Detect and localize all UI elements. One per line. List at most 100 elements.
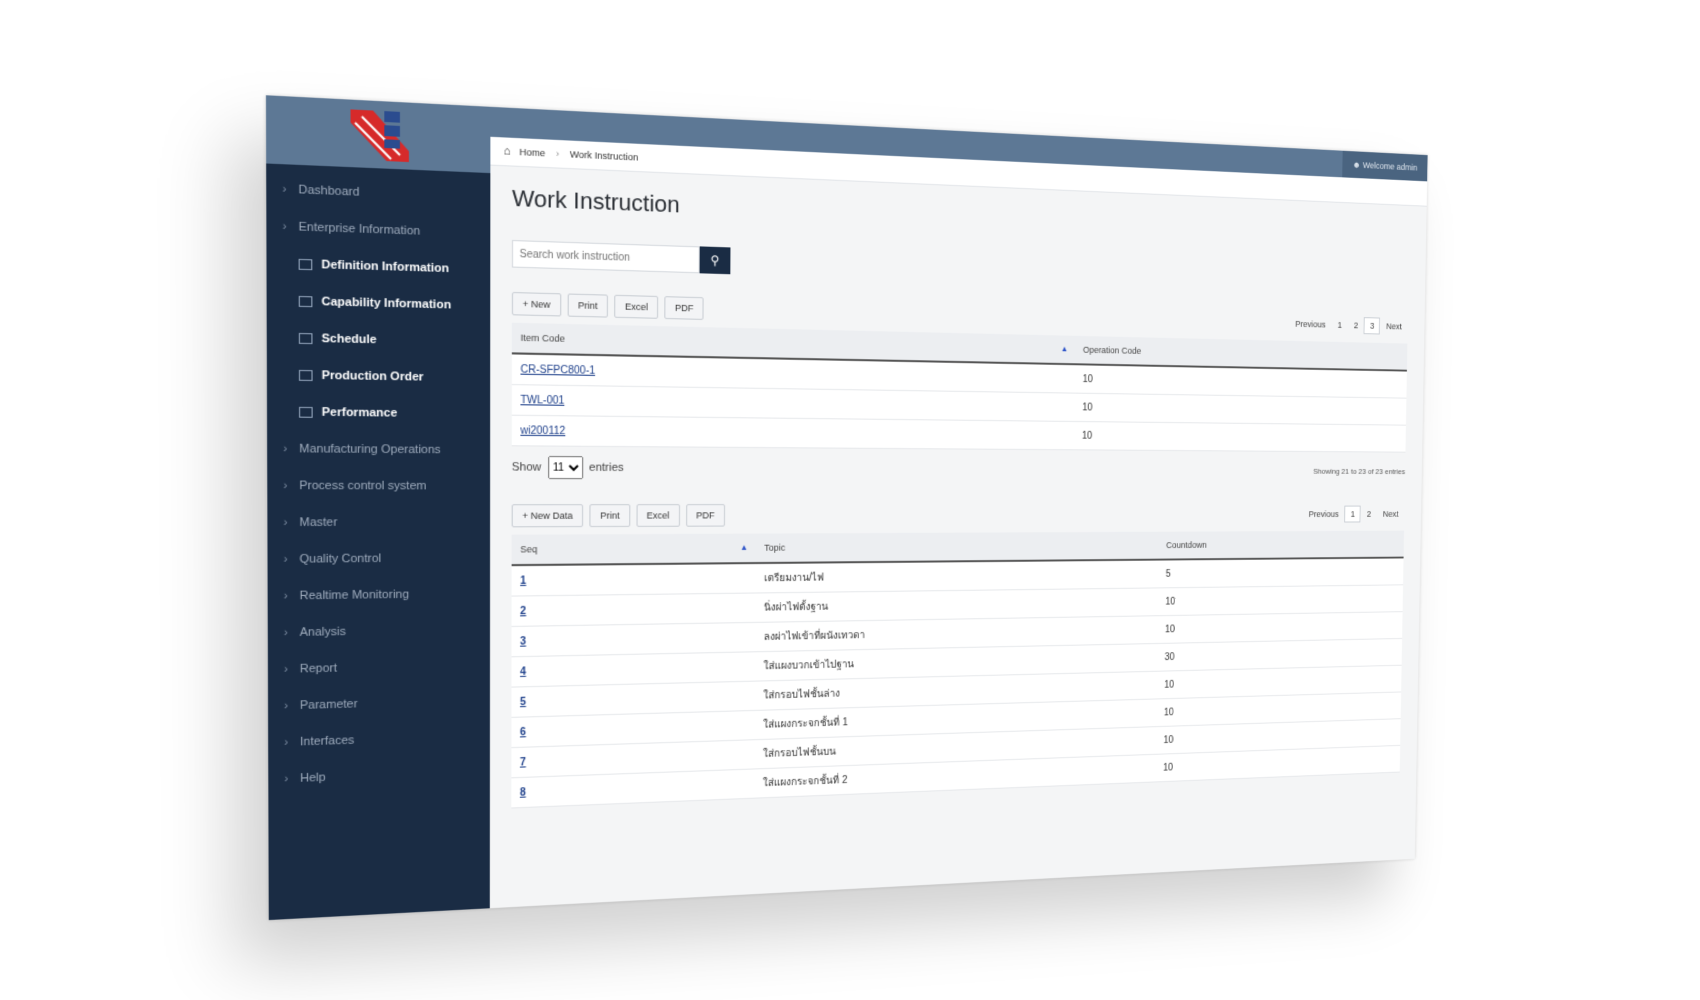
pager-previous[interactable]: Previous	[1289, 319, 1332, 330]
seq-link[interactable]: 6	[520, 726, 526, 738]
sidebar-item-capability-information[interactable]: Capability Information	[267, 282, 491, 324]
user-badge[interactable]: ☻ Welcome admin	[1342, 151, 1428, 182]
chevron-right-icon: ›	[282, 183, 298, 197]
seq-link[interactable]: 1	[520, 575, 526, 587]
sidebar-item-master[interactable]: › Master	[267, 504, 490, 541]
table1-body: CR-SFPC800-1 10 TWL-001 10 wi200112 10	[512, 353, 1407, 452]
chevron-right-icon: ›	[284, 736, 300, 749]
col-operation-code-label: Operation Code	[1083, 345, 1141, 356]
search-button[interactable]: ⚲	[700, 246, 731, 274]
chevron-right-icon: ›	[284, 590, 300, 603]
sidebar-item-manufacturing-operations[interactable]: › Manufacturing Operations	[267, 430, 490, 468]
pager-page[interactable]: 3	[1364, 317, 1380, 334]
seq-link[interactable]: 2	[520, 605, 526, 617]
excel-button[interactable]: Excel	[614, 295, 658, 319]
sidebar-item-label: Interfaces	[300, 734, 354, 748]
sidebar-item-label: Parameter	[300, 698, 358, 712]
col-countdown-label: Countdown	[1166, 540, 1207, 550]
pager-next[interactable]: Next	[1380, 321, 1408, 331]
operation-code-cell: 10	[1075, 393, 1407, 425]
chevron-right-icon: ›	[284, 626, 300, 639]
entries-label: entries	[589, 461, 624, 474]
col-seq[interactable]: Seq ▲	[512, 534, 757, 566]
operation-code-cell: 10	[1074, 421, 1406, 452]
sidebar-item-report[interactable]: › Report	[268, 647, 490, 688]
table2-body: 1 เตรียมงาน/ไฟ 5 2 นิ่งผ่าไฟตั้งฐาน 10 3 ลงผ่าไ…	[511, 558, 1403, 808]
page-size-select[interactable]: 11	[548, 456, 583, 479]
sidebar-item-label: Report	[300, 662, 337, 676]
main-content: Work Instruction ⚲ + New Print Excel PDF…	[490, 165, 1427, 909]
erp-logo[interactable]	[346, 105, 413, 165]
chevron-right-icon: ›	[284, 553, 300, 566]
sidebar-item-label: Master	[299, 516, 337, 529]
seq-link[interactable]: 5	[520, 696, 526, 708]
table2-toolbar: + New Data Print Excel PDF Previous 1 2 Nex…	[512, 503, 1405, 529]
pager-page[interactable]: 2	[1348, 320, 1364, 330]
chevron-right-icon: ›	[556, 148, 559, 159]
sidebar-item-help[interactable]: › Help	[268, 754, 490, 798]
breadcrumb-home[interactable]: Home	[519, 147, 545, 159]
sidebar-item-label: Definition Information	[321, 258, 449, 275]
page-icon	[299, 370, 313, 381]
col-topic[interactable]: Topic	[756, 532, 1159, 563]
sidebar-item-label: Realtime Monitoring	[300, 588, 410, 602]
home-icon[interactable]: ⌂	[503, 145, 510, 158]
col-item-code-label: Item Code	[520, 332, 564, 343]
seq-link[interactable]: 8	[520, 787, 526, 799]
item-code-link[interactable]: TWL-001	[520, 394, 564, 406]
seq-link[interactable]: 3	[520, 636, 526, 648]
sort-asc-icon: ▲	[1061, 344, 1068, 353]
new-button[interactable]: + New	[512, 292, 561, 317]
pager-page[interactable]: 1	[1345, 506, 1361, 523]
pager-next[interactable]: Next	[1377, 509, 1405, 518]
sidebar-item-analysis[interactable]: › Analysis	[268, 612, 490, 652]
table2-pagination: Previous 1 2 Next	[1302, 506, 1404, 523]
sidebar-item-process-control-system[interactable]: › Process control system	[267, 467, 490, 504]
seq-link[interactable]: 7	[520, 757, 526, 769]
page-icon	[299, 296, 313, 307]
search-icon: ⚲	[711, 253, 720, 268]
pager-page[interactable]: 2	[1361, 509, 1377, 518]
print-button[interactable]: Print	[590, 504, 630, 527]
chevron-right-icon: ›	[284, 663, 300, 676]
sidebar-item-label: Help	[300, 771, 326, 785]
table1-pagination: Previous 1 2 3 Next	[1289, 315, 1408, 335]
user-icon: ☻	[1352, 160, 1360, 170]
pager-previous[interactable]: Previous	[1303, 509, 1345, 518]
page-icon	[299, 259, 313, 270]
steps-table: Seq ▲ Topic Countdown 1 เตรียมงาน/ไฟ 5 2 นิ่…	[511, 531, 1404, 809]
pdf-button[interactable]: PDF	[665, 296, 704, 320]
sort-asc-icon: ▲	[740, 543, 748, 552]
chevron-right-icon: ›	[283, 443, 299, 456]
sidebar-item-production-order[interactable]: Production Order	[267, 356, 490, 396]
countdown-cell: 10	[1158, 585, 1403, 616]
sidebar-item-label: Enterprise Information	[298, 221, 420, 238]
chevron-right-icon: ›	[282, 220, 298, 234]
col-countdown[interactable]: Countdown	[1159, 531, 1404, 560]
sidebar-item-label: Performance	[322, 406, 397, 420]
work-instruction-table: Item Code ▲ Operation Code CR-SFPC800-1 1…	[512, 323, 1408, 453]
item-code-link[interactable]: wi200112	[520, 425, 565, 437]
search-input[interactable]	[512, 240, 700, 273]
item-code-cell: wi200112	[512, 415, 1075, 450]
pdf-button[interactable]: PDF	[686, 504, 725, 527]
print-button[interactable]: Print	[567, 293, 608, 317]
sidebar-item-quality-control[interactable]: › Quality Control	[267, 540, 490, 578]
excel-button[interactable]: Excel	[636, 504, 680, 527]
sidebar-item-performance[interactable]: Performance	[267, 393, 490, 432]
col-topic-label: Topic	[764, 543, 785, 553]
chevron-right-icon: ›	[284, 699, 300, 712]
show-label: Show	[512, 461, 542, 474]
seq-cell: 1	[512, 563, 757, 596]
seq-link[interactable]: 4	[520, 666, 526, 678]
pager-page[interactable]: 1	[1331, 320, 1347, 330]
sidebar-item-label: Capability Information	[321, 295, 451, 311]
sidebar-item-realtime-monitoring[interactable]: › Realtime Monitoring	[268, 576, 490, 615]
sidebar-item-schedule[interactable]: Schedule	[267, 319, 491, 360]
sidebar-nav: › Dashboard › Enterprise Information Definit…	[266, 163, 490, 797]
new-data-button[interactable]: + New Data	[512, 504, 584, 527]
item-code-link[interactable]: CR-SFPC800-1	[520, 364, 595, 377]
seq-cell: 2	[512, 593, 756, 626]
sidebar-item-definition-information[interactable]: Definition Information	[266, 245, 490, 288]
sidebar-item-label: Dashboard	[298, 183, 359, 198]
